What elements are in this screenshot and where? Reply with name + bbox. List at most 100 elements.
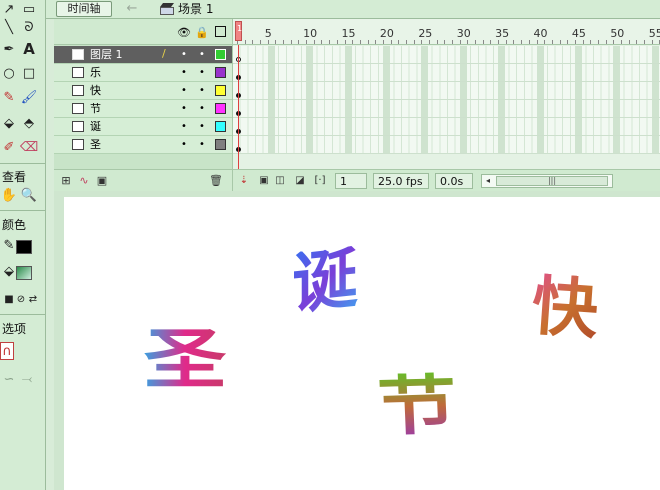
eyedropper-icon[interactable]: ✐ bbox=[0, 138, 18, 156]
ruler-tick bbox=[436, 40, 438, 44]
delete-layer-icon[interactable]: 🗑 bbox=[208, 174, 224, 188]
insert-folder-icon[interactable]: ▣ bbox=[94, 174, 110, 188]
lock-toggle[interactable]: • bbox=[197, 67, 207, 79]
lock-toggle[interactable]: • bbox=[197, 85, 207, 97]
layer-color-swatch[interactable] bbox=[215, 103, 226, 114]
lock-toggle[interactable]: • bbox=[197, 49, 207, 61]
layer-row[interactable]: 乐 • • bbox=[54, 64, 232, 82]
playhead[interactable]: 1 bbox=[235, 21, 242, 41]
oval-tool-icon[interactable]: ○ bbox=[0, 64, 18, 82]
stage-canvas[interactable]: 诞 快 圣 节 bbox=[64, 197, 660, 490]
snap-magnet-icon[interactable]: ∩ bbox=[0, 342, 14, 360]
glyph-jie[interactable]: 节 bbox=[376, 366, 458, 445]
eye-icon[interactable]: 👁 bbox=[177, 26, 191, 39]
layer-row[interactable]: 诞 • • bbox=[54, 118, 232, 136]
lock-toggle[interactable]: • bbox=[197, 103, 207, 115]
frame-row[interactable] bbox=[233, 46, 660, 64]
ruler-tick bbox=[551, 40, 553, 44]
frame-ruler[interactable]: 5 10 15 20 25 30 35 40 45 50 55 bbox=[233, 19, 660, 45]
layer-type-icon bbox=[72, 103, 84, 114]
ruler-tick bbox=[382, 40, 384, 44]
visibility-toggle[interactable]: • bbox=[179, 67, 189, 79]
glyph-kuai[interactable]: 快 bbox=[529, 267, 600, 348]
frame-row[interactable] bbox=[233, 136, 660, 154]
ruler-tick bbox=[244, 40, 246, 44]
layer-row[interactable]: 节 • • bbox=[54, 100, 232, 118]
straighten-icon[interactable]: ⤙ bbox=[18, 370, 36, 388]
ruler-tick bbox=[628, 40, 630, 44]
insert-layer-icon[interactable]: ⊞ bbox=[58, 174, 74, 188]
swap-colors-icon[interactable]: ⇄ bbox=[24, 290, 42, 308]
layer-color-swatch[interactable] bbox=[215, 139, 226, 150]
ruler-tick bbox=[644, 40, 646, 44]
back-arrow-icon[interactable]: ← bbox=[122, 1, 142, 17]
layer-color-swatch[interactable] bbox=[215, 121, 226, 132]
lock-icon[interactable]: 🔒 bbox=[195, 26, 209, 39]
ruler-tick bbox=[398, 40, 400, 44]
layer-color-swatch[interactable] bbox=[215, 67, 226, 78]
frame-rate[interactable]: 25.0 fps bbox=[373, 173, 429, 189]
center-frame-icon[interactable]: ⇣ bbox=[237, 174, 251, 188]
frame-row[interactable] bbox=[233, 118, 660, 136]
ruler-number: 15 bbox=[341, 27, 356, 40]
edit-multiple-frames-icon[interactable]: ◪ bbox=[293, 174, 307, 188]
brush-tool-icon[interactable]: 🖌 bbox=[20, 88, 38, 106]
line-tool-icon[interactable]: ╲ bbox=[0, 18, 18, 36]
timeline-scrollbar[interactable]: ◂ ||| bbox=[481, 174, 613, 188]
eraser-icon[interactable]: ⌫ bbox=[20, 138, 38, 156]
outline-icon[interactable] bbox=[215, 26, 226, 37]
lock-toggle[interactable]: • bbox=[197, 121, 207, 133]
pencil-tool-icon[interactable]: ✎ bbox=[0, 88, 18, 106]
paint-bucket-icon[interactable]: ⬘ bbox=[20, 114, 38, 132]
pen-tool-icon[interactable]: ✒ bbox=[0, 40, 18, 58]
layer-color-swatch[interactable] bbox=[215, 49, 226, 60]
ruler-tick bbox=[621, 40, 622, 44]
scroll-left-icon[interactable]: ◂ bbox=[482, 175, 494, 187]
modify-onion-markers-icon[interactable]: [·] bbox=[313, 174, 327, 188]
frames-area[interactable]: 5 10 15 20 25 30 35 40 45 50 55 1 bbox=[232, 19, 660, 169]
glyph-dan[interactable]: 诞 bbox=[292, 239, 358, 323]
layer-name: 图层 1 bbox=[90, 48, 123, 61]
onion-outline-icon[interactable]: ◫ bbox=[273, 174, 287, 188]
ruler-tick bbox=[421, 40, 423, 44]
onion-skin-icon[interactable]: ▣ bbox=[257, 174, 271, 188]
ink-bottle-icon[interactable]: ⬙ bbox=[0, 114, 18, 132]
elapsed-time: 0.0s bbox=[435, 173, 473, 189]
colors-label: 颜色 bbox=[2, 218, 27, 232]
visibility-toggle[interactable]: • bbox=[179, 121, 189, 133]
hand-tool-icon[interactable]: ✋ bbox=[0, 186, 18, 204]
ruler-tick bbox=[367, 40, 369, 44]
lock-toggle[interactable]: • bbox=[197, 139, 207, 151]
visibility-toggle[interactable]: • bbox=[179, 139, 189, 151]
fill-color-swatch[interactable] bbox=[16, 266, 32, 280]
gradient-icon[interactable]: ▭ bbox=[20, 0, 38, 18]
add-motion-guide-icon[interactable]: ∿ bbox=[76, 174, 92, 188]
layer-row[interactable]: 图层 1 / • • bbox=[54, 46, 232, 64]
lasso-icon[interactable]: ᘐ bbox=[20, 18, 38, 36]
ruler-tick bbox=[413, 40, 415, 44]
frame-row[interactable] bbox=[233, 64, 660, 82]
ruler-tick bbox=[490, 40, 492, 44]
glyph-sheng[interactable]: 圣 bbox=[144, 327, 227, 393]
scroll-thumb[interactable]: ||| bbox=[496, 176, 608, 186]
subselect-icon[interactable]: ↗ bbox=[0, 0, 18, 18]
ruler-number: 30 bbox=[456, 27, 471, 40]
visibility-toggle[interactable]: • bbox=[179, 85, 189, 97]
zoom-tool-icon[interactable]: 🔍 bbox=[20, 186, 38, 204]
layer-row[interactable]: 圣 • • bbox=[54, 136, 232, 154]
ruler-tick bbox=[636, 40, 638, 44]
smooth-icon[interactable]: ∽ bbox=[0, 370, 18, 388]
layer-color-swatch[interactable] bbox=[215, 85, 226, 96]
layer-row[interactable]: 快 • • bbox=[54, 82, 232, 100]
stroke-color-swatch[interactable] bbox=[16, 240, 32, 254]
text-tool-icon[interactable]: A bbox=[20, 40, 38, 58]
timeline-toggle-button[interactable]: 时间轴 bbox=[56, 1, 112, 17]
pencil-edit-icon: / bbox=[162, 47, 166, 60]
visibility-toggle[interactable]: • bbox=[179, 49, 189, 61]
frame-row[interactable] bbox=[233, 82, 660, 100]
ruler-tick bbox=[429, 40, 430, 44]
ruler-tick bbox=[605, 40, 607, 44]
frame-row[interactable] bbox=[233, 100, 660, 118]
rectangle-tool-icon[interactable]: □ bbox=[20, 64, 38, 82]
visibility-toggle[interactable]: • bbox=[179, 103, 189, 115]
